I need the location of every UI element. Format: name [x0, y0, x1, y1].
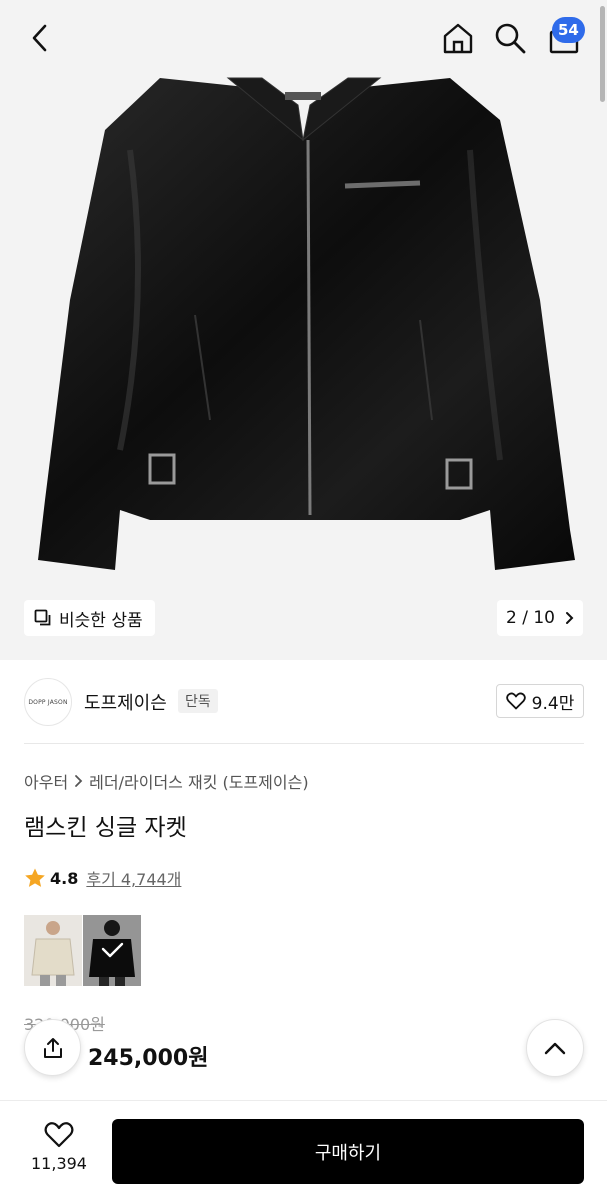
gallery-page-text: 2 / 10: [506, 608, 555, 628]
top-navigation-bar: 54: [0, 0, 607, 78]
breadcrumb-category[interactable]: 아우터: [24, 769, 68, 793]
sale-price: 245,000원: [88, 1046, 209, 1071]
product-photo: [0, 0, 607, 660]
cart-count-badge: 54: [552, 17, 585, 43]
brand-like-count: 9.4만: [531, 693, 575, 714]
chevron-up-icon: [544, 1042, 566, 1055]
brand-logo-text: DOPP JASON: [28, 698, 68, 706]
share-button[interactable]: [24, 1019, 81, 1076]
home-icon[interactable]: [438, 18, 478, 58]
chevron-left-icon[interactable]: [20, 18, 60, 58]
brand-row: DOPP JASON 도프제이슨 단독 9.4만: [24, 678, 584, 726]
similar-products-button[interactable]: 비슷한 상품: [24, 600, 155, 636]
breadcrumb: 아우터 레더/라이더스 재킷 (도프제이슨): [24, 769, 309, 793]
similar-items-icon: [34, 609, 51, 626]
scroll-to-top-button[interactable]: [526, 1019, 584, 1077]
heart-icon: [44, 1122, 74, 1148]
product-title: 램스킨 싱글 자켓: [24, 815, 187, 841]
brand-logo[interactable]: DOPP JASON: [24, 678, 72, 726]
brand-like-button[interactable]: 9.4만: [496, 684, 584, 718]
star-icon: [25, 868, 45, 887]
wishlist-count: 11,394: [31, 1154, 87, 1173]
bottom-action-bar: 11,394 구매하기: [0, 1100, 607, 1200]
search-icon[interactable]: [490, 18, 530, 58]
color-option-black-selected[interactable]: [83, 915, 141, 986]
exclusive-badge: 단독: [178, 689, 218, 713]
buy-button[interactable]: 구매하기: [112, 1119, 584, 1184]
share-icon: [43, 1037, 62, 1058]
chevron-right-icon: [565, 612, 574, 624]
heart-icon: [505, 692, 526, 710]
color-options: [24, 915, 141, 986]
rating-row: 4.8 후기 4,744개: [24, 866, 181, 890]
gallery-page-indicator[interactable]: 2 / 10: [497, 600, 583, 636]
review-count-link[interactable]: 후기 4,744개: [86, 866, 181, 890]
product-image-gallery[interactable]: 54 비슷한 상품 2 / 10: [0, 0, 607, 660]
chevron-right-icon: [75, 775, 83, 787]
divider: [24, 743, 584, 744]
wishlist-button[interactable]: 11,394: [22, 1121, 96, 1181]
similar-products-label: 비슷한 상품: [59, 610, 143, 631]
brand-name[interactable]: 도프제이슨: [84, 689, 167, 715]
color-option-ivory[interactable]: [24, 915, 82, 986]
rating-score: 4.8: [50, 868, 79, 888]
breadcrumb-subcategory[interactable]: 레더/라이더스 재킷 (도프제이슨): [89, 769, 308, 793]
